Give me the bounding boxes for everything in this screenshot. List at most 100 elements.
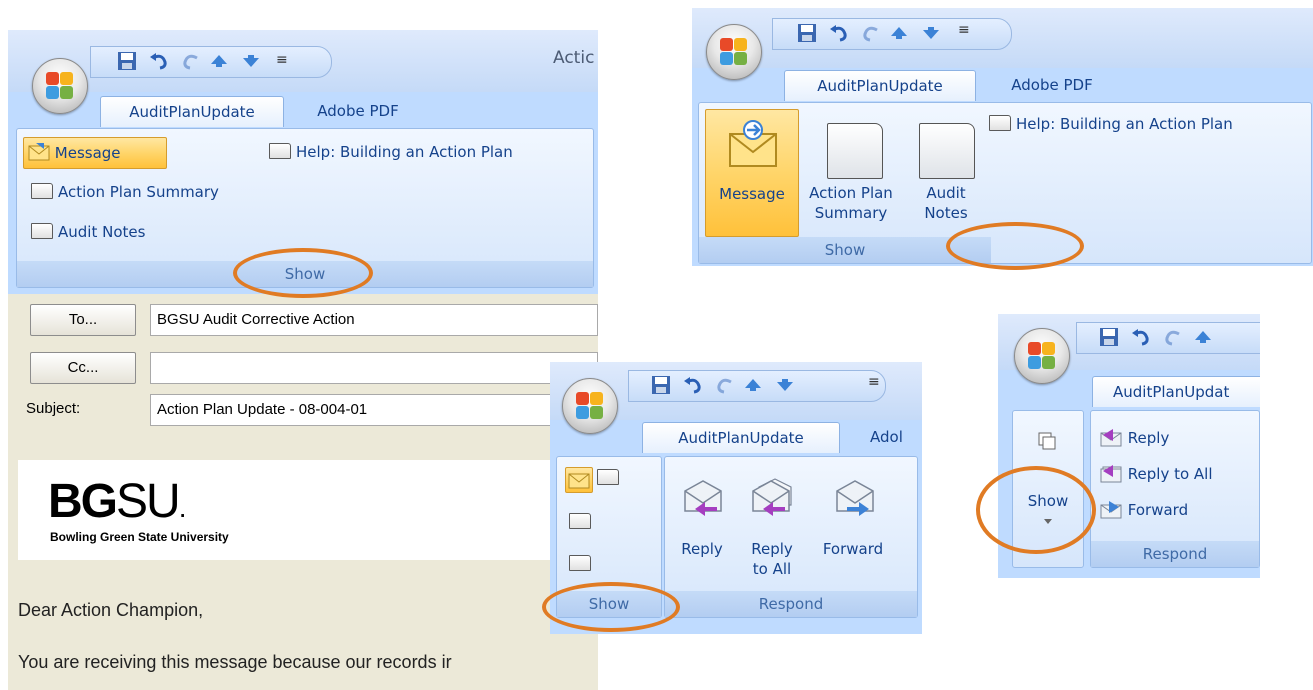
audit-line-2: Notes — [924, 204, 968, 222]
tab-adobe-pdf[interactable]: Adobe PDF — [992, 70, 1112, 100]
office-button[interactable] — [1014, 328, 1070, 384]
undo-icon[interactable] — [1130, 326, 1152, 348]
down-arrow-icon[interactable] — [774, 374, 796, 396]
save-icon[interactable] — [116, 50, 138, 72]
undo-icon[interactable] — [828, 22, 850, 44]
up-arrow-icon[interactable] — [888, 22, 910, 44]
reply-all-icon — [752, 478, 792, 516]
down-arrow-icon[interactable] — [920, 22, 942, 44]
tab-auditplanupdate[interactable]: AuditPlanUpdate — [100, 96, 284, 127]
to-field[interactable]: BGSU Audit Corrective Action — [150, 304, 598, 336]
redo-icon[interactable] — [180, 50, 202, 72]
reply-all-button[interactable]: Reply to All — [739, 469, 805, 579]
folder-icon — [31, 182, 53, 199]
action-plan-summary-label: Action Plan Summary — [58, 183, 219, 201]
help-button[interactable]: Help: Building an Action Plan — [989, 109, 1233, 139]
show-button-label: Show — [1027, 492, 1069, 510]
undo-icon[interactable] — [682, 374, 704, 396]
audit-notes-button[interactable] — [569, 549, 596, 579]
redo-icon[interactable] — [1162, 326, 1184, 348]
respond-group: Reply Reply to All Forward Respond — [664, 456, 918, 618]
action-plan-summary-button[interactable]: Action Plan Summary — [31, 177, 219, 207]
cc-button[interactable]: Cc... — [30, 352, 136, 384]
tab-auditplanupdate[interactable]: AuditPlanUpdate — [642, 422, 840, 453]
help-label: Help: Building an Action Plan — [1016, 115, 1233, 133]
logo-bold: BG — [48, 475, 118, 528]
cc-field[interactable] — [150, 352, 598, 384]
down-arrow-icon[interactable] — [240, 50, 262, 72]
action-plan-summary-button[interactable] — [569, 507, 596, 537]
reply-all-line-2: to All — [752, 560, 792, 578]
office-logo-icon — [1028, 342, 1056, 370]
forward-icon — [1100, 500, 1122, 518]
message-label: Message — [54, 144, 121, 162]
bgsu-logo: BGSU. Bowling Green State University — [18, 460, 598, 560]
forward-button[interactable]: Forward — [1099, 495, 1188, 525]
message-button[interactable] — [565, 467, 593, 493]
forward-label: Forward — [1127, 501, 1189, 519]
up-arrow-icon[interactable] — [1192, 326, 1214, 348]
reply-all-icon — [1100, 464, 1122, 482]
tab-auditplanupdate[interactable]: AuditPlanUpdat — [1092, 376, 1260, 407]
up-arrow-icon[interactable] — [208, 50, 230, 72]
message-icon — [28, 142, 50, 160]
tab-auditplanupdate[interactable]: AuditPlanUpdate — [784, 70, 976, 101]
save-icon[interactable] — [650, 374, 672, 396]
customize-dropdown-icon[interactable]: ≡ — [276, 52, 288, 68]
reply-all-button[interactable]: Reply to All — [1099, 459, 1213, 489]
to-button[interactable]: To... — [30, 304, 136, 336]
body-line-1: You are receiving this message because o… — [18, 652, 452, 672]
show-group-icon — [1038, 432, 1056, 450]
redo-icon[interactable] — [714, 374, 736, 396]
message-body[interactable]: BGSU. Bowling Green State University Dea… — [8, 440, 598, 690]
help-button[interactable] — [597, 463, 624, 493]
reply-button[interactable]: Reply — [671, 469, 733, 579]
window-title: Actic — [553, 48, 595, 68]
university-name: Bowling Green State University — [50, 530, 229, 544]
show-group: Show — [556, 456, 662, 618]
reply-icon — [1100, 428, 1122, 446]
up-arrow-icon[interactable] — [742, 374, 764, 396]
redo-icon[interactable] — [860, 22, 882, 44]
undo-icon[interactable] — [148, 50, 170, 72]
folder-icon — [569, 554, 591, 571]
save-icon[interactable] — [796, 22, 818, 44]
subject-field[interactable]: Action Plan Update - 08-004-01 — [150, 394, 598, 426]
office-button[interactable] — [32, 58, 88, 114]
forward-label: Forward — [822, 540, 884, 558]
respond-group: Reply Reply to All Forward Respond — [1090, 410, 1260, 568]
action-plan-summary-button[interactable]: Action Plan Summary — [801, 109, 901, 235]
folder-icon — [827, 123, 883, 179]
audit-notes-button[interactable]: Audit Notes — [913, 109, 979, 235]
message-icon — [568, 473, 590, 489]
customize-dropdown-icon[interactable]: ≡ — [868, 374, 880, 390]
logo-dot: . — [178, 492, 187, 523]
folder-icon — [919, 123, 975, 179]
folder-icon — [31, 222, 53, 239]
save-icon[interactable] — [1098, 326, 1120, 348]
reply-button[interactable]: Reply — [1099, 423, 1169, 453]
reply-all-label: Reply to All — [1127, 465, 1213, 483]
office-button[interactable] — [562, 378, 618, 434]
office-logo-icon — [720, 38, 748, 66]
forward-button[interactable]: Forward — [811, 469, 895, 579]
tab-adobe-pdf[interactable]: Adobe PDF — [298, 96, 418, 126]
chevron-down-icon — [1044, 519, 1052, 524]
show-group-collapsed[interactable]: Show — [1012, 410, 1084, 568]
show-group-label: Show — [699, 237, 991, 263]
show-group-label: Show — [17, 261, 593, 287]
message-button[interactable]: Message — [23, 137, 167, 169]
help-button[interactable]: Help: Building an Action Plan — [269, 137, 513, 167]
action-plan-line-2: Summary — [814, 204, 888, 222]
message-label: Message — [719, 185, 785, 203]
message-button[interactable]: Message — [705, 109, 799, 237]
show-group-label: Show — [557, 591, 661, 617]
office-button[interactable] — [706, 24, 762, 80]
respond-group-label: Respond — [1091, 541, 1259, 567]
forward-icon — [836, 480, 874, 516]
customize-dropdown-icon[interactable]: ≡ — [958, 22, 970, 38]
audit-notes-button[interactable]: Audit Notes — [31, 217, 145, 247]
folder-icon — [569, 512, 591, 529]
tab-adobe-pdf[interactable]: Adol — [870, 422, 922, 452]
folder-icon — [597, 468, 619, 485]
